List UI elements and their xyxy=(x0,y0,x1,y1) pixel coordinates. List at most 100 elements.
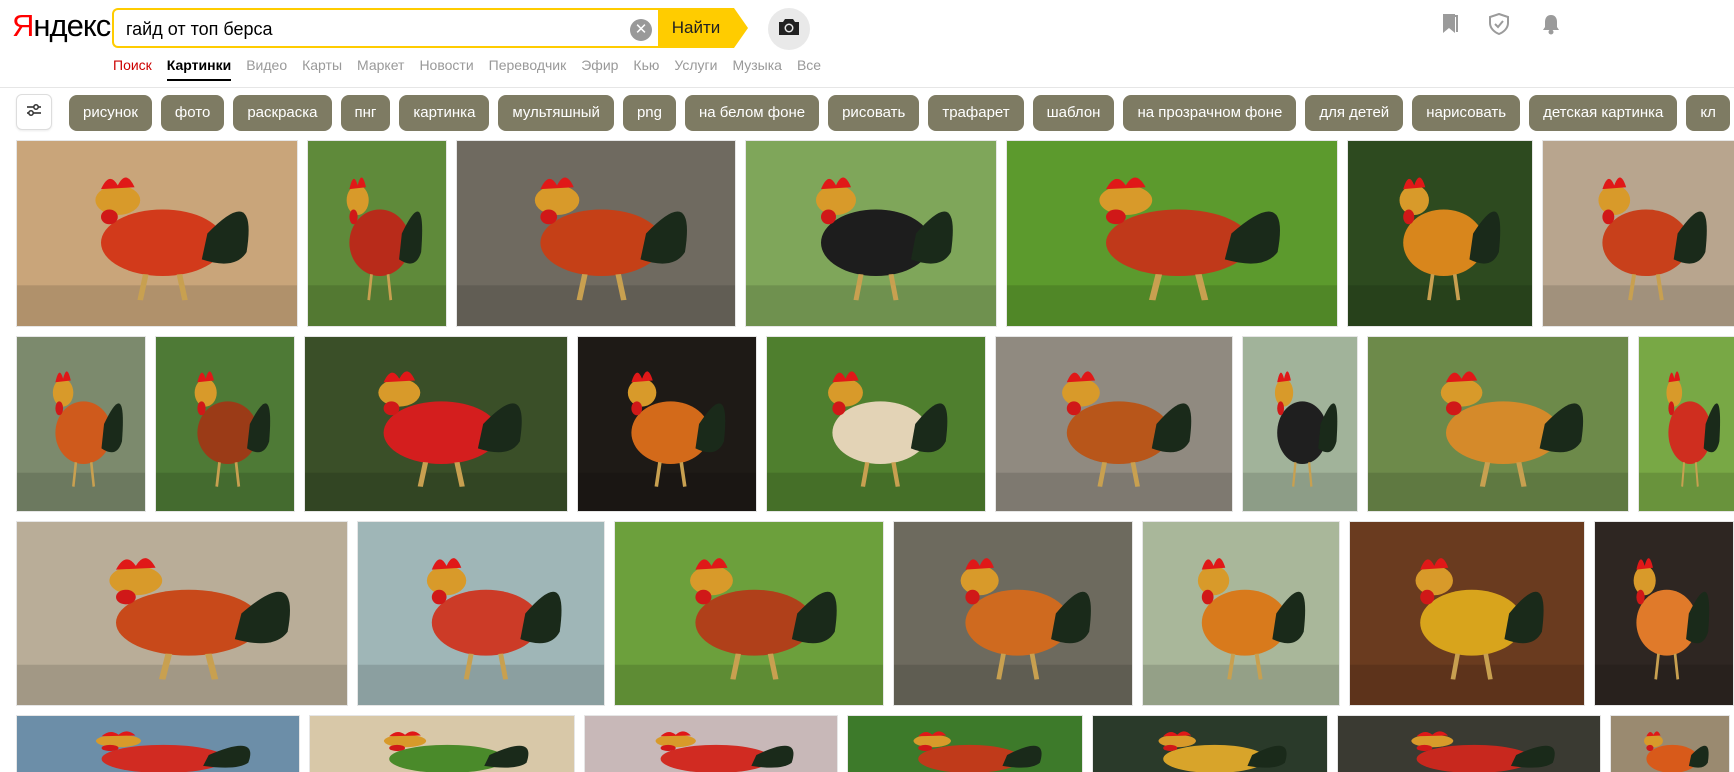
image-result[interactable] xyxy=(16,140,298,327)
header: Яндекс ✕ Найти xyxy=(0,0,1734,88)
bell-icon xyxy=(1541,13,1561,40)
camera-icon xyxy=(778,18,800,41)
nav-item[interactable]: Карты xyxy=(302,57,342,81)
suggestion-chip[interactable]: png xyxy=(622,95,676,131)
search-form: ✕ Найти xyxy=(112,8,748,48)
image-result[interactable] xyxy=(745,140,997,327)
image-result[interactable] xyxy=(847,715,1083,772)
nav-item[interactable]: Видео xyxy=(246,57,287,81)
suggestion-chip[interactable]: рисовать xyxy=(828,95,920,131)
image-result[interactable] xyxy=(766,336,986,512)
image-result[interactable] xyxy=(1594,521,1734,706)
query-suggestions: рисунок фото раскраска пнг картинка мультяшны… xyxy=(69,95,1730,131)
nav-item[interactable]: Новости xyxy=(419,57,473,81)
collections-button[interactable] xyxy=(1439,13,1461,40)
image-result[interactable] xyxy=(1142,521,1340,706)
image-result[interactable] xyxy=(456,140,736,327)
image-result[interactable] xyxy=(16,715,300,772)
image-result[interactable] xyxy=(309,715,575,772)
suggestion-chip[interactable]: на белом фоне xyxy=(684,95,820,131)
image-result[interactable] xyxy=(893,521,1133,706)
image-result[interactable] xyxy=(577,336,757,512)
find-button-arrow xyxy=(734,8,748,48)
logo-text: ндекс xyxy=(33,8,111,43)
suggestion-chip[interactable]: раскраска xyxy=(233,95,332,131)
suggestion-chip[interactable]: пнг xyxy=(340,95,391,131)
nav-item[interactable]: Поиск xyxy=(113,57,152,81)
image-result[interactable] xyxy=(1610,715,1730,772)
image-result[interactable] xyxy=(155,336,295,512)
bookmark-icon xyxy=(1441,13,1459,40)
image-result[interactable] xyxy=(1337,715,1601,772)
rooster-photo xyxy=(457,141,735,326)
rooster-photo xyxy=(1243,337,1357,511)
image-result[interactable] xyxy=(1367,336,1629,512)
image-search-button[interactable] xyxy=(768,8,810,50)
suggestion-chip[interactable]: шаблон xyxy=(1032,95,1115,131)
image-result[interactable] xyxy=(1006,140,1338,327)
yandex-logo[interactable]: Яндекс xyxy=(12,8,111,44)
rooster-photo xyxy=(310,716,574,772)
rooster-photo xyxy=(17,141,297,326)
nav-item[interactable]: Все xyxy=(797,57,821,81)
nav-item[interactable]: Переводчик xyxy=(489,57,567,81)
rooster-photo xyxy=(1639,337,1734,511)
rooster-photo xyxy=(585,716,837,772)
rooster-photo xyxy=(1007,141,1337,326)
rooster-photo xyxy=(767,337,985,511)
nav-item[interactable]: Музыка xyxy=(732,57,782,81)
rooster-photo xyxy=(358,522,604,705)
suggestion-chip[interactable]: для детей xyxy=(1305,95,1404,131)
rooster-photo xyxy=(17,522,347,705)
clear-search-button[interactable]: ✕ xyxy=(630,19,652,41)
find-button[interactable]: Найти xyxy=(658,8,734,48)
nav-item[interactable]: Услуги xyxy=(674,57,717,81)
image-result[interactable] xyxy=(584,715,838,772)
filters-button[interactable] xyxy=(16,94,52,130)
nav-item[interactable]: Картинки xyxy=(166,57,232,81)
image-result[interactable] xyxy=(16,336,146,512)
image-result[interactable] xyxy=(1092,715,1328,772)
rooster-photo xyxy=(848,716,1082,772)
image-result[interactable] xyxy=(304,336,568,512)
security-button[interactable] xyxy=(1488,12,1510,38)
suggestion-chip[interactable]: мультяшный xyxy=(498,95,614,131)
image-result[interactable] xyxy=(1347,140,1533,327)
notifications-button[interactable] xyxy=(1540,14,1562,38)
filter-bar: рисунок фото раскраска пнг картинка мультяшны… xyxy=(0,94,1734,132)
image-result[interactable] xyxy=(1349,521,1585,706)
rooster-photo xyxy=(1543,141,1734,326)
sliders-icon xyxy=(26,103,42,122)
suggestion-chip[interactable]: фото xyxy=(160,95,225,131)
suggestion-chip[interactable]: на прозрачном фоне xyxy=(1123,95,1297,131)
rooster-photo xyxy=(17,337,145,511)
image-result[interactable] xyxy=(357,521,605,706)
suggestion-chip[interactable]: детская картинка xyxy=(1529,95,1678,131)
rooster-photo xyxy=(1338,716,1600,772)
image-result[interactable] xyxy=(1242,336,1358,512)
rooster-photo xyxy=(996,337,1232,511)
search-input[interactable] xyxy=(126,18,606,40)
nav-item[interactable]: Кью xyxy=(633,57,659,81)
suggestion-chip[interactable]: рисунок xyxy=(69,95,152,131)
image-result[interactable] xyxy=(16,521,348,706)
suggestion-chip[interactable]: кл xyxy=(1686,95,1730,131)
rooster-photo xyxy=(894,522,1132,705)
image-result[interactable] xyxy=(1542,140,1734,327)
nav-item[interactable]: Маркет xyxy=(357,57,404,81)
image-result[interactable] xyxy=(307,140,447,327)
rooster-photo xyxy=(1368,337,1628,511)
rooster-photo xyxy=(308,141,446,326)
image-result[interactable] xyxy=(995,336,1233,512)
rooster-photo xyxy=(746,141,996,326)
suggestion-chip[interactable]: картинка xyxy=(399,95,490,131)
rooster-photo xyxy=(156,337,294,511)
nav-item[interactable]: Эфир xyxy=(581,57,618,81)
image-result[interactable] xyxy=(1638,336,1734,512)
suggestion-chip[interactable]: нарисовать xyxy=(1412,95,1521,131)
suggestion-chip[interactable]: трафарет xyxy=(928,95,1024,131)
rooster-photo xyxy=(1143,522,1339,705)
rooster-photo xyxy=(1350,522,1584,705)
search-box: ✕ xyxy=(112,8,658,48)
image-result[interactable] xyxy=(614,521,884,706)
